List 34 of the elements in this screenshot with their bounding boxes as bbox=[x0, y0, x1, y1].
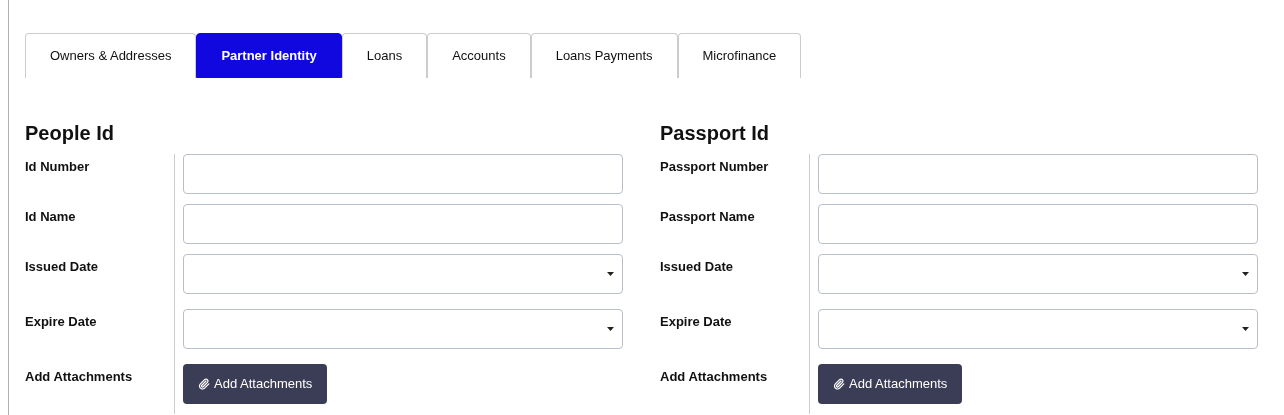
field-label: Expire Date bbox=[25, 314, 97, 329]
field-label: Expire Date bbox=[660, 314, 732, 329]
text-field[interactable] bbox=[818, 204, 1258, 244]
section-title: Passport Id bbox=[660, 121, 770, 145]
tab[interactable]: Partner Identity bbox=[196, 33, 342, 78]
date-dropdown[interactable] bbox=[183, 254, 623, 294]
field-label: Add Attachments bbox=[25, 369, 133, 384]
caret-icon bbox=[1242, 272, 1249, 276]
field-label: Issued Date bbox=[25, 259, 98, 274]
field-label: Issued Date bbox=[660, 259, 733, 274]
text-field[interactable] bbox=[183, 204, 623, 244]
tab[interactable]: Microfinance bbox=[677, 33, 802, 78]
caret-icon bbox=[1242, 327, 1249, 331]
tab[interactable]: Owners & Addresses bbox=[25, 33, 197, 78]
date-dropdown[interactable] bbox=[183, 309, 623, 349]
paperclip-icon bbox=[833, 378, 845, 390]
paperclip-icon bbox=[198, 378, 210, 390]
tab[interactable]: Loans Payments bbox=[530, 33, 678, 78]
date-dropdown[interactable] bbox=[818, 309, 1258, 349]
field-label: Passport Number bbox=[660, 159, 769, 174]
caret-icon bbox=[607, 327, 614, 331]
field-label: Id Number bbox=[25, 159, 90, 174]
add-attachments-button[interactable]: Add Attachments bbox=[183, 364, 328, 404]
field-label: Passport Name bbox=[660, 209, 755, 224]
tab[interactable]: Loans bbox=[341, 33, 428, 78]
caret-icon bbox=[607, 272, 614, 276]
text-field[interactable] bbox=[183, 154, 623, 194]
field-label: Id Name bbox=[25, 209, 76, 224]
section-title: People Id bbox=[25, 121, 115, 145]
add-attachments-button[interactable]: Add Attachments bbox=[818, 364, 963, 404]
field-label: Add Attachments bbox=[660, 369, 768, 384]
tab[interactable]: Accounts bbox=[427, 33, 531, 78]
text-field[interactable] bbox=[818, 154, 1258, 194]
date-dropdown[interactable] bbox=[818, 254, 1258, 294]
